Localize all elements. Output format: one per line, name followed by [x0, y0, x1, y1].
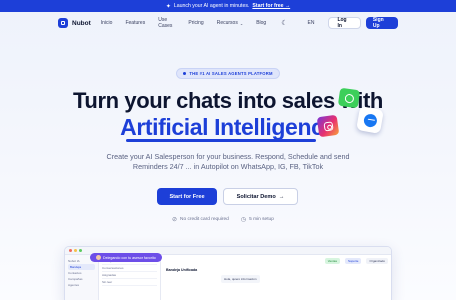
feature-no-credit-card: ⊘ No credit card required	[172, 216, 229, 223]
chevron-down-icon: ⌄	[239, 20, 244, 26]
preview-tag: Soporte	[344, 258, 362, 264]
sparkle-icon: ✦	[165, 3, 171, 10]
clock-icon: ◷	[240, 217, 247, 223]
hero-badge-text: THE #1 AI SALES AGENTS PLATFORM	[189, 71, 273, 76]
hero-features: ⊘ No credit card required ◷ 5 min setup	[172, 216, 274, 223]
hero-headline-highlight: Artificial Intelligence	[120, 114, 336, 140]
language-selector[interactable]: EN	[307, 20, 314, 26]
brand-name: Nubot	[72, 19, 91, 27]
preview-sidebar-item: Agentes	[68, 283, 80, 287]
announcement-text: Launch your AI agent in minutes.	[173, 3, 250, 9]
moon-icon[interactable]: ☾	[281, 19, 287, 27]
nav-item-recursos-label: Recursos	[216, 20, 238, 26]
preview-list-item: Asignadas	[102, 272, 157, 279]
avatar	[96, 255, 101, 260]
feature-label: 5 min setup	[249, 217, 274, 222]
nav-item-features[interactable]: Features	[125, 17, 145, 29]
signup-button[interactable]: Sign Up	[365, 17, 398, 29]
headline-underline	[126, 139, 316, 142]
instagram-icon	[316, 114, 340, 138]
nav-item-blog[interactable]: Blog	[256, 17, 266, 29]
start-for-free-button[interactable]: Start for Free	[157, 188, 217, 205]
preview-list-item: Sin leer	[102, 279, 157, 286]
preview-tags: Ventas Soporte Organizado	[323, 258, 388, 264]
window-maximize-icon	[79, 249, 82, 252]
preview-main-panel: Bandeja Unificada Ventas Soporte Organiz…	[161, 255, 391, 300]
window-minimize-icon	[74, 249, 77, 252]
arrow-right-icon: →	[278, 193, 285, 200]
badge-dot-icon	[183, 72, 187, 75]
logo-icon	[58, 18, 68, 28]
hero-subtitle: Create your AI Salesperson for your busi…	[106, 152, 350, 171]
feature-setup-time: ◷ 5 min setup	[241, 216, 274, 223]
whatsapp-icon	[337, 87, 361, 109]
nav-menu: Inicio Features Use Cases Pricing Recurs…	[101, 17, 279, 29]
preview-status: Organizado	[366, 258, 388, 264]
preview-title: Bandeja Unificada	[166, 268, 198, 272]
messenger-icon	[356, 106, 384, 134]
preview-list-item: Conversaciones	[102, 265, 157, 272]
top-nav: Nubot Inicio Features Use Cases Pricing …	[0, 12, 456, 34]
hero-badge: THE #1 AI SALES AGENTS PLATFORM	[176, 68, 280, 79]
nav-item-use-cases[interactable]: Use Cases	[158, 17, 175, 29]
preview-tag: Ventas	[324, 258, 340, 264]
request-demo-label: Solicitar Demo	[236, 193, 276, 200]
check-circle-icon: ⊘	[172, 217, 178, 223]
preview-agent-tooltip: Delegando con tu asesor favorito	[90, 253, 162, 262]
announcement-cta-link[interactable]: Start for free →	[252, 3, 290, 9]
announcement-bar: ✦ Launch your AI agent in minutes. Start…	[0, 0, 456, 12]
preview-tooltip-text: Delegando con tu asesor favorito	[103, 255, 156, 260]
hero-headline: Turn your chats into sales with	[73, 88, 383, 113]
request-demo-button[interactable]: Solicitar Demo →	[223, 188, 298, 205]
nav-item-inicio[interactable]: Inicio	[101, 17, 113, 29]
preview-message: Hola, quiero información	[221, 275, 260, 283]
nav-item-pricing[interactable]: Pricing	[188, 17, 203, 29]
nav-item-recursos[interactable]: Recursos ⌄	[217, 17, 243, 29]
login-button[interactable]: Log In	[328, 17, 361, 29]
brand-logo[interactable]: Nubot	[58, 18, 91, 28]
window-close-icon	[69, 249, 72, 252]
feature-label: No credit card required	[180, 217, 229, 222]
